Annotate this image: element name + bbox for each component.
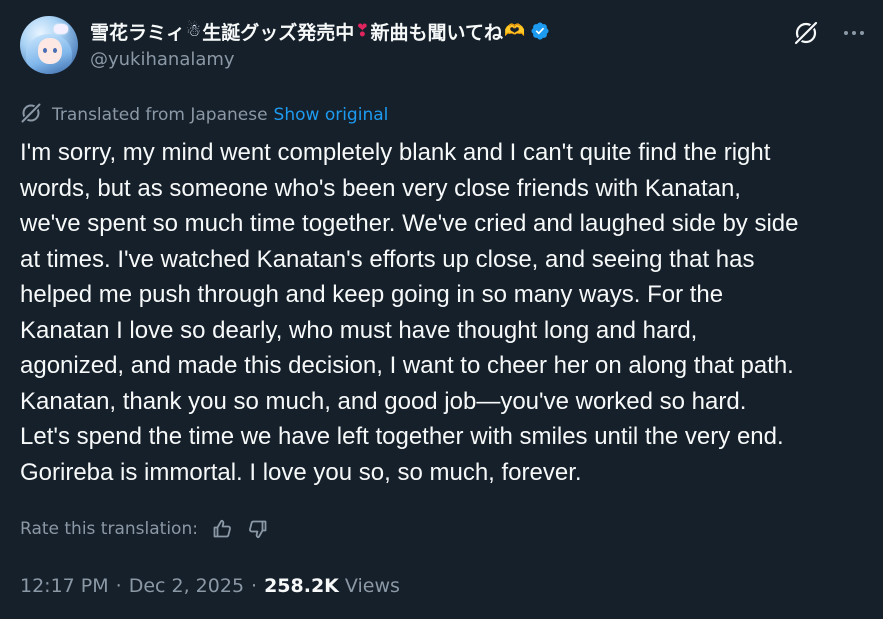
views-count[interactable]: 258.2K (264, 575, 339, 597)
rate-translation: Rate this translation: (20, 514, 270, 544)
grok-icon[interactable] (793, 20, 819, 46)
user-handle[interactable]: @yukihanalamy (90, 49, 235, 70)
post-header: 雪花ラミィ ☃ 生誕グッズ発売中 ❣ 新曲も聞いてね 🫶 @yukihanala… (20, 14, 865, 78)
avatar[interactable] (20, 16, 78, 74)
heart-emoji: ❣ (355, 21, 370, 41)
meta-separator: · (251, 575, 258, 597)
meta-separator: · (115, 575, 122, 597)
display-name-text-3: 新曲も聞いてね (370, 21, 503, 44)
post-text: I'm sorry, my mind went completely blank… (20, 139, 799, 486)
post-date[interactable]: Dec 2, 2025 (129, 575, 244, 597)
more-options-icon[interactable] (843, 22, 865, 44)
heart-hands-emoji: 🫶 (503, 21, 526, 41)
translation-notice: Translated from Japanese Show original (20, 103, 388, 127)
thumbs-up-icon[interactable] (210, 517, 234, 541)
display-name-text-1: 雪花ラミィ (90, 21, 186, 44)
show-original-link[interactable]: Show original (274, 105, 389, 125)
header-actions (793, 20, 865, 46)
rate-translation-label: Rate this translation: (20, 519, 198, 539)
display-name-text-2: 生誕グッズ発売中 (202, 21, 355, 44)
post-meta: 12:17 PM · Dec 2, 2025 · 258.2K Views (20, 571, 400, 601)
translate-icon (20, 102, 42, 129)
verified-badge-icon[interactable] (530, 21, 550, 41)
thumbs-down-icon[interactable] (246, 517, 270, 541)
post-time[interactable]: 12:17 PM (20, 575, 109, 597)
display-name[interactable]: 雪花ラミィ ☃ 生誕グッズ発売中 ❣ 新曲も聞いてね 🫶 (90, 17, 550, 45)
translated-from-label: Translated from Japanese (52, 105, 268, 125)
snowman-emoji: ☃ (186, 21, 202, 41)
views-label: Views (344, 575, 400, 597)
